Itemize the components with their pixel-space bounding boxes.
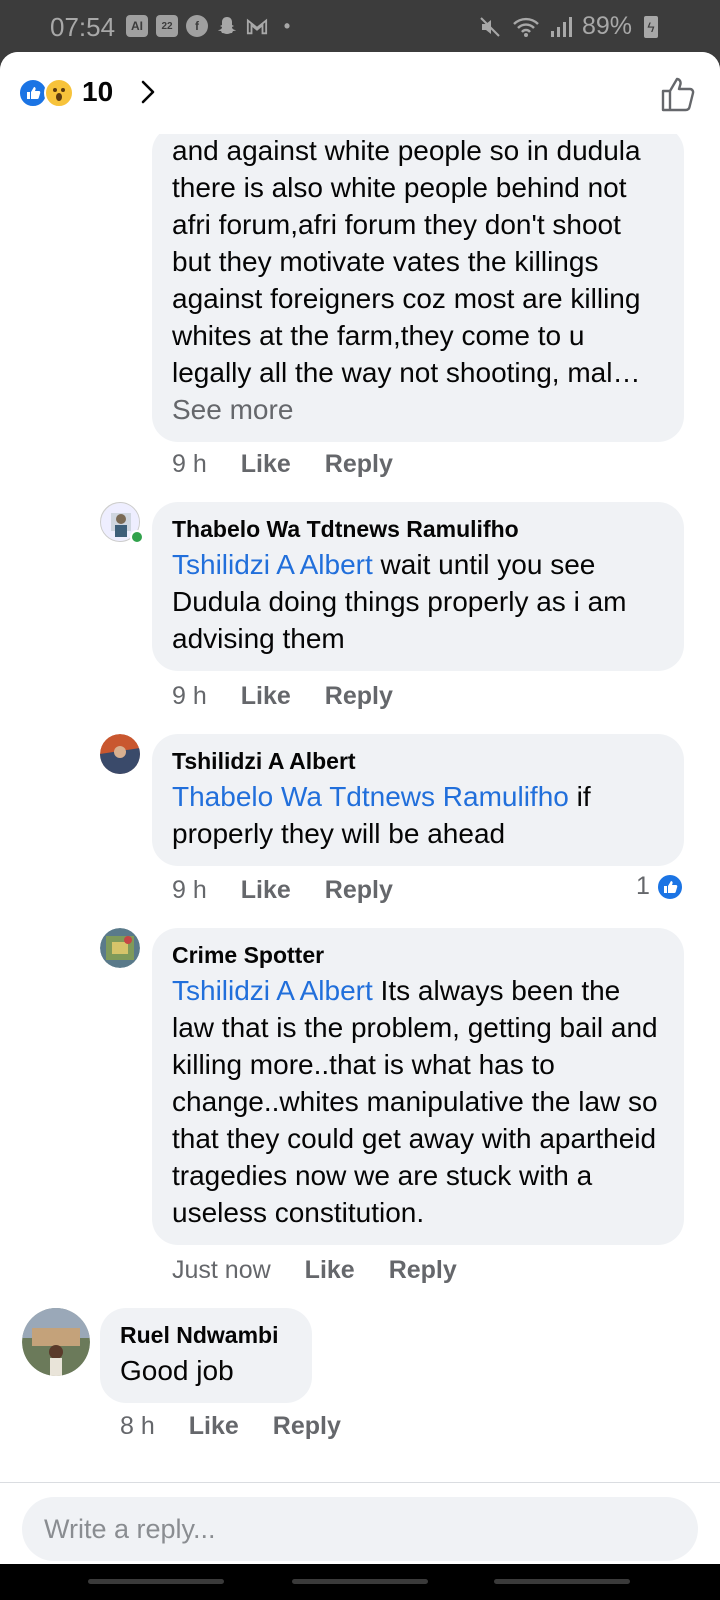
chevron-right-icon[interactable] — [134, 78, 162, 106]
online-indicator — [130, 530, 144, 544]
like-button[interactable]: Like — [241, 876, 291, 905]
snapchat-icon — [216, 15, 238, 37]
status-time: 07:54 — [50, 12, 116, 42]
comment-time: Just now — [172, 1256, 271, 1284]
nav-back-button[interactable] — [494, 1579, 630, 1584]
comment-time: 9 h — [172, 876, 207, 904]
comment-time: 8 h — [120, 1412, 155, 1440]
comment-actions: 9 h Like Reply — [172, 682, 393, 711]
comment-bubble[interactable]: Crime Spotter Tshilidzi A Albert Its alw… — [152, 928, 684, 1245]
reply-input[interactable]: Write a reply... — [22, 1497, 698, 1561]
dot-icon: • — [283, 15, 291, 36]
reply-composer: Write a reply... — [0, 1482, 720, 1564]
calendar-icon: 22 — [156, 15, 178, 37]
like-reaction-icon — [655, 872, 684, 901]
avatar[interactable] — [100, 928, 140, 968]
reply-button[interactable]: Reply — [325, 876, 393, 905]
like-button[interactable]: Like — [241, 450, 291, 479]
reply-button[interactable]: Reply — [325, 682, 393, 711]
comment-bubble[interactable]: Thabelo Wa Tdtnews Ramulifho Tshilidzi A… — [152, 502, 684, 671]
comment-bubble[interactable]: Ruel Ndwambi Good job — [100, 1308, 312, 1403]
wow-reaction-icon[interactable] — [44, 78, 74, 108]
comment-author[interactable]: Thabelo Wa Tdtnews Ramulifho — [172, 514, 664, 544]
comment-actions: 8 h Like Reply — [120, 1412, 341, 1441]
mute-icon — [480, 16, 500, 37]
comment-text: and against white people so in dudula th… — [172, 135, 641, 388]
system-indicators: 89% ϟ — [478, 12, 658, 41]
comment-bubble[interactable]: and against white people so in dudula th… — [152, 126, 684, 442]
reply-button[interactable]: Reply — [325, 450, 393, 479]
nav-recents-button[interactable] — [88, 1579, 224, 1584]
comment-author[interactable]: Crime Spotter — [172, 940, 664, 970]
mention-link[interactable]: Tshilidzi A Albert — [172, 549, 373, 580]
navigation-bar — [0, 1564, 720, 1600]
reply-button[interactable]: Reply — [273, 1412, 341, 1441]
like-button[interactable]: Like — [305, 1256, 355, 1285]
avatar[interactable] — [22, 1308, 90, 1376]
nav-home-button[interactable] — [292, 1579, 428, 1584]
comment-actions: Just now Like Reply — [172, 1256, 457, 1285]
reaction-count: 1 — [636, 872, 650, 900]
comment-bubble[interactable]: Tshilidzi A Albert Thabelo Wa Tdtnews Ra… — [152, 734, 684, 866]
gmail-icon — [246, 15, 268, 37]
comment-author[interactable]: Tshilidzi A Albert — [172, 746, 664, 776]
status-bar: 07:54 AI 22 f • 89% ϟ — [0, 0, 720, 52]
signal-icon — [550, 16, 572, 37]
like-button[interactable]: Like — [189, 1412, 239, 1441]
mention-link[interactable]: Thabelo Wa Tdtnews Ramulifho — [172, 781, 569, 812]
reaction-count[interactable]: 10 — [82, 76, 113, 108]
comment-time: 9 h — [172, 682, 207, 710]
facebook-icon: f — [186, 15, 208, 37]
like-button[interactable]: Like — [241, 682, 291, 711]
like-icon[interactable] — [658, 74, 698, 114]
comments-sheet: and against white people so in dudula th… — [0, 52, 720, 1564]
mention-link[interactable]: Tshilidzi A Albert — [172, 975, 373, 1006]
reply-button[interactable]: Reply — [389, 1256, 457, 1285]
notification-icons: AI 22 f • — [126, 15, 298, 37]
comment-time: 9 h — [172, 450, 207, 478]
reactions-header: 10 — [0, 52, 720, 134]
comment-author[interactable]: Ruel Ndwambi — [120, 1320, 292, 1350]
battery-icon: ϟ — [644, 15, 658, 38]
ai-icon: AI — [126, 15, 148, 37]
see-more-link[interactable]: See more — [172, 394, 293, 425]
comment-actions: 9 h Like Reply — [172, 876, 393, 905]
comment-actions: 9 h Like Reply — [172, 450, 393, 479]
avatar[interactable] — [100, 734, 140, 774]
comment-reactions[interactable]: 1 — [636, 872, 684, 901]
battery-level: 89% — [581, 12, 632, 40]
wifi-icon — [513, 17, 539, 37]
comment-text: Good job — [120, 1355, 234, 1386]
comment-text: Its always been the law that is the prob… — [172, 975, 658, 1228]
